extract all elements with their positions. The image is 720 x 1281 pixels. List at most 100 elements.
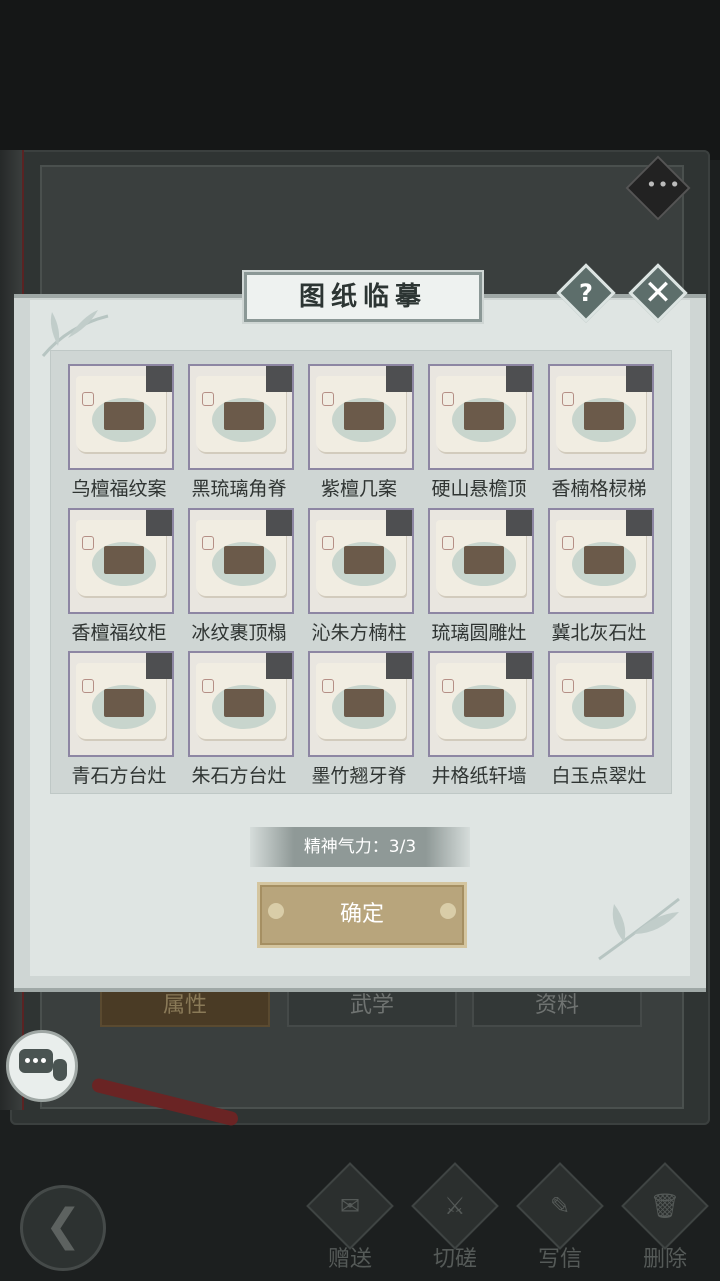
stove-icon xyxy=(584,689,624,717)
shelf-icon xyxy=(584,402,624,430)
stove-icon xyxy=(224,689,264,717)
blueprint-item[interactable]: 冰纹裹顶榻 xyxy=(188,508,294,645)
blueprint-item-name: 琉璃圆雕灶 xyxy=(431,622,527,644)
selection-marker xyxy=(506,366,532,392)
dialog-title: 图纸临摹 xyxy=(244,272,482,322)
blueprint-thumbnail xyxy=(308,364,414,470)
selection-marker xyxy=(146,366,172,392)
bamboo-decoration-icon xyxy=(598,897,680,961)
flower-ornament-icon xyxy=(268,903,284,919)
canopy-bed-icon xyxy=(224,546,264,574)
blueprint-item[interactable]: 香檀福纹柜 xyxy=(68,508,174,645)
selection-marker xyxy=(506,653,532,679)
blueprint-thumbnail xyxy=(68,651,174,757)
blueprint-item[interactable]: 白玉点翠灶 xyxy=(548,651,654,788)
selection-marker xyxy=(386,653,412,679)
blueprint-item[interactable]: 硬山悬檐顶 xyxy=(428,364,534,501)
gift-button[interactable]: ✉ 赠送 xyxy=(300,1162,400,1273)
spar-button[interactable]: ⚔ 切磋 xyxy=(405,1162,505,1273)
selection-marker xyxy=(626,510,652,536)
blueprint-item[interactable]: 冀北灰石灶 xyxy=(548,508,654,645)
blueprint-item-name: 井格纸轩墙 xyxy=(431,765,527,787)
blueprint-item-name: 硬山悬檐顶 xyxy=(431,478,527,500)
blueprint-item-name: 香楠格棂梯 xyxy=(551,478,647,500)
blueprint-thumbnail xyxy=(428,508,534,614)
question-icon: ? xyxy=(579,279,593,307)
blueprint-thumbnail xyxy=(548,364,654,470)
selection-marker xyxy=(626,653,652,679)
blueprint-thumbnail xyxy=(428,364,534,470)
blueprint-item[interactable]: 井格纸轩墙 xyxy=(428,651,534,788)
blueprint-thumbnail xyxy=(188,651,294,757)
trash-icon: 🗑 xyxy=(649,1192,681,1220)
delete-button[interactable]: 🗑 删除 xyxy=(615,1162,715,1273)
blueprint-thumbnail xyxy=(68,364,174,470)
blueprint-item[interactable]: 琉璃圆雕灶 xyxy=(428,508,534,645)
back-icon: ❮ xyxy=(44,1200,82,1251)
blueprint-thumbnail xyxy=(548,508,654,614)
pillar-icon xyxy=(344,546,384,574)
blueprint-item-name: 香檀福纹柜 xyxy=(71,622,167,644)
blueprint-item[interactable]: 乌檀福纹案 xyxy=(68,364,174,501)
blueprint-thumbnail xyxy=(308,651,414,757)
blueprint-item-name: 黑琉璃角脊 xyxy=(191,478,287,500)
blueprint-item[interactable]: 黑琉璃角脊 xyxy=(188,364,294,501)
blueprint-thumbnail xyxy=(428,651,534,757)
blueprint-thumbnail xyxy=(68,508,174,614)
write-letter-button[interactable]: ✎ 写信 xyxy=(510,1162,610,1273)
confirm-label: 确定 xyxy=(339,902,384,927)
blueprint-thumbnail xyxy=(308,508,414,614)
chat-bubble-icon xyxy=(19,1049,53,1073)
close-icon: ✕ xyxy=(643,273,673,313)
blueprint-item[interactable]: 青石方台灶 xyxy=(68,651,174,788)
stove-icon xyxy=(104,689,144,717)
selection-marker xyxy=(386,366,412,392)
blueprint-item-name: 冰纹裹顶榻 xyxy=(191,622,287,644)
back-button[interactable]: ❮ xyxy=(20,1185,106,1271)
roof-ridge-icon xyxy=(224,402,264,430)
selection-marker xyxy=(146,510,172,536)
blueprint-item-name: 乌檀福纹案 xyxy=(71,478,167,500)
roof-ridge-icon xyxy=(344,689,384,717)
blueprint-item[interactable]: 墨竹翘牙脊 xyxy=(308,651,414,788)
chat-button[interactable] xyxy=(6,1030,78,1102)
blueprint-thumbnail xyxy=(548,651,654,757)
selection-marker xyxy=(266,366,292,392)
selection-marker xyxy=(386,510,412,536)
table-icon xyxy=(344,402,384,430)
scroll-icon: ✉ xyxy=(339,1191,361,1220)
blueprint-item-name: 冀北灰石灶 xyxy=(551,622,647,644)
selection-marker xyxy=(506,510,532,536)
pavilion-icon xyxy=(464,402,504,430)
selection-marker xyxy=(146,653,172,679)
flower-ornament-icon xyxy=(440,903,456,919)
letter-icon: ✎ xyxy=(549,1191,571,1220)
selection-marker xyxy=(626,366,652,392)
blueprint-item-name: 青石方台灶 xyxy=(71,765,167,787)
stove-icon xyxy=(584,546,624,574)
more-dots-icon: ••• xyxy=(646,174,682,196)
desk-icon xyxy=(104,402,144,430)
confirm-button[interactable]: 确定 xyxy=(257,882,467,948)
blueprint-item-name: 沁朱方楠柱 xyxy=(311,622,407,644)
gourd-icon xyxy=(53,1059,67,1081)
blueprint-item-name: 墨竹翘牙脊 xyxy=(311,765,407,787)
energy-status: 精神气力：3/3 xyxy=(250,827,470,867)
blueprint-grid: 乌檀福纹案 黑琉璃角脊 紫檀几案 硬山悬檐顶 香楠格棂梯香檀福纹柜 冰纹裹顶榻 沁朱方楠柱 琉… xyxy=(50,350,672,794)
blueprint-thumbnail xyxy=(188,364,294,470)
selection-marker xyxy=(266,510,292,536)
blueprint-thumbnail xyxy=(188,508,294,614)
blueprint-item[interactable]: 香楠格棂梯 xyxy=(548,364,654,501)
top-backdrop xyxy=(0,0,720,160)
blueprint-item-name: 朱石方台灶 xyxy=(191,765,287,787)
blueprint-item-name: 紫檀几案 xyxy=(320,478,397,500)
wall-icon xyxy=(464,689,504,717)
sword-icon: ⚔ xyxy=(444,1191,466,1220)
stove-icon xyxy=(464,546,504,574)
selection-marker xyxy=(266,653,292,679)
blueprint-item[interactable]: 沁朱方楠柱 xyxy=(308,508,414,645)
blueprint-item[interactable]: 紫檀几案 xyxy=(308,364,414,501)
blueprint-item[interactable]: 朱石方台灶 xyxy=(188,651,294,788)
cabinet-icon xyxy=(104,546,144,574)
blueprint-item-name: 白玉点翠灶 xyxy=(551,765,647,787)
